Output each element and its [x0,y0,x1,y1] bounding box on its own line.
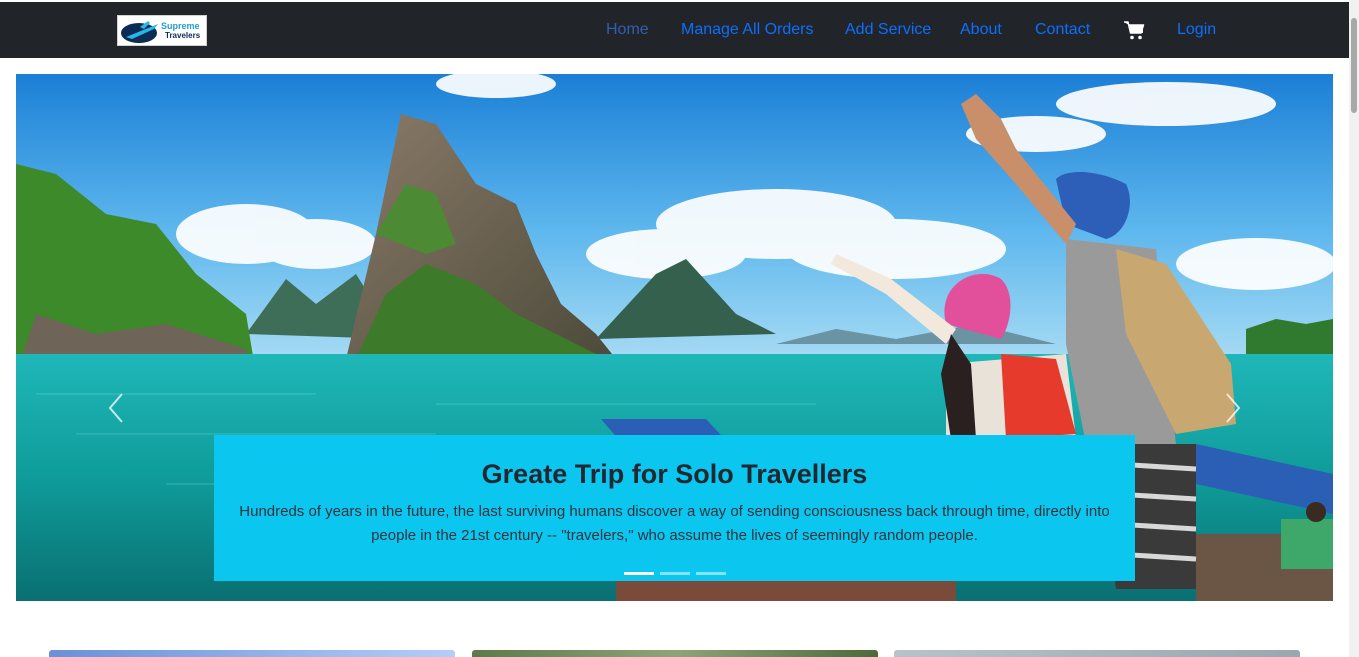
cart-icon[interactable] [1123,20,1145,42]
brand-logo[interactable]: Supreme Travelers [117,15,207,46]
nav-home[interactable]: Home [606,2,649,58]
nav-about[interactable]: About [960,2,1002,58]
carousel-indicator-1[interactable] [624,572,654,575]
carousel-indicator-2[interactable] [660,572,690,575]
service-card-image[interactable] [894,650,1300,657]
nav-contact[interactable]: Contact [1035,2,1090,58]
page: Supreme Travelers Home Manage All Orders… [0,0,1359,657]
carousel-caption: Greate Trip for Solo Travellers Hundreds… [214,435,1135,581]
chevron-right-icon[interactable] [1217,386,1247,430]
caption-text: Hundreds of years in the future, the las… [239,503,1110,544]
airplane-logo-icon [121,21,158,43]
caption-title: Greate Trip for Solo Travellers [481,459,868,489]
carousel-indicator-3[interactable] [696,572,726,575]
navbar: Supreme Travelers Home Manage All Orders… [0,2,1349,58]
nav-manage-all-orders[interactable]: Manage All Orders [681,2,814,58]
scrollbar-thumb[interactable] [1351,18,1357,113]
scrollbar[interactable] [1349,0,1359,657]
service-card-image[interactable] [472,650,878,657]
nav-login[interactable]: Login [1177,2,1216,58]
service-card-image[interactable] [49,650,455,657]
logo-text-travelers: Travelers [165,31,201,40]
chevron-left-icon[interactable] [102,386,132,430]
nav-add-service[interactable]: Add Service [845,2,931,58]
hero-carousel: Greate Trip for Solo Travellers Hundreds… [16,74,1333,601]
logo-text-supreme: Supreme [161,21,200,31]
